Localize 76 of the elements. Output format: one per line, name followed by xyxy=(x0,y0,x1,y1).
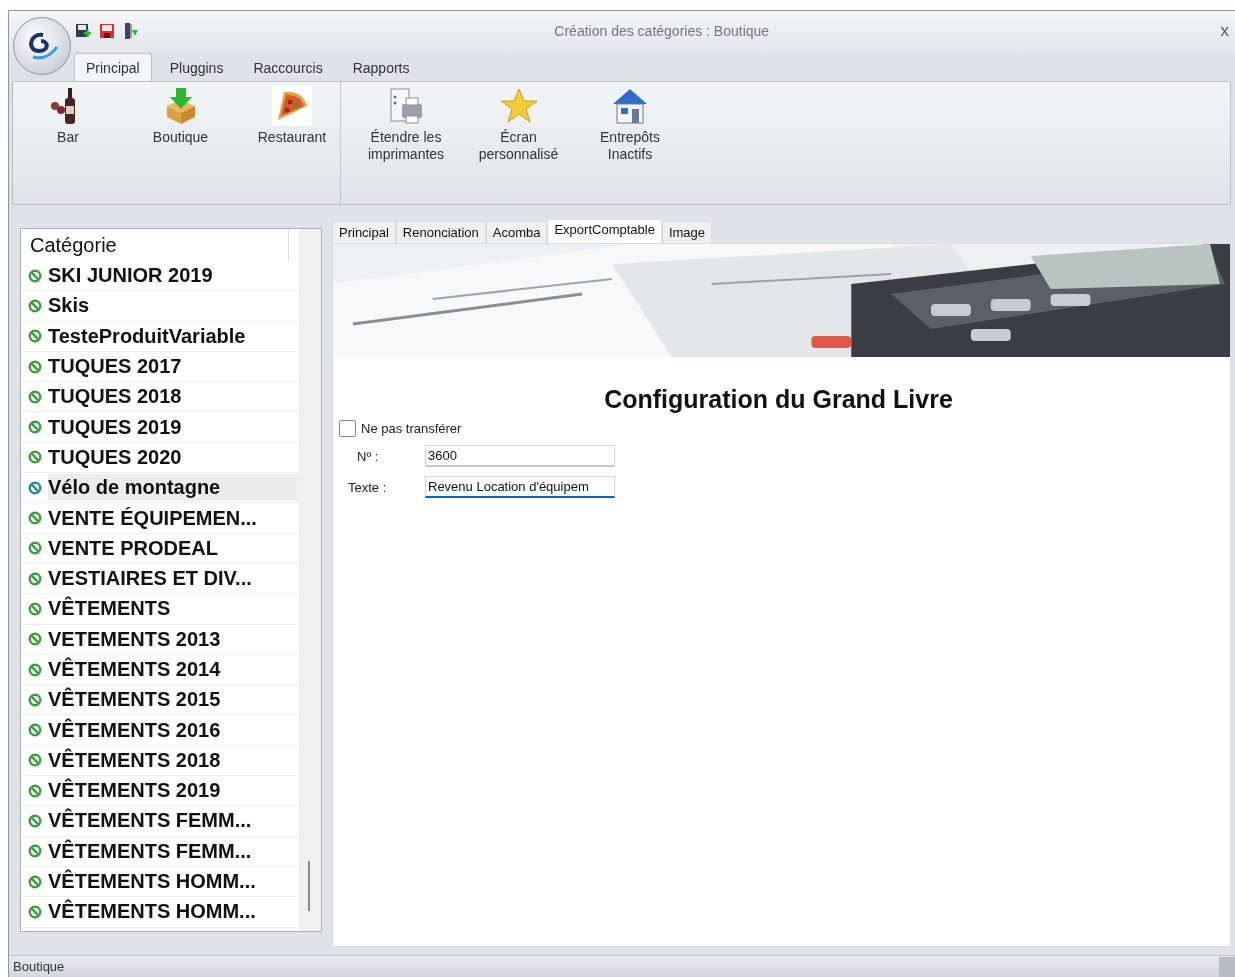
ribbon-button[interactable]: Étendre les imprimantes xyxy=(351,86,461,163)
ribbon-button[interactable]: Restaurant xyxy=(248,86,336,146)
ribbon-tab[interactable]: Principal xyxy=(74,53,152,81)
status-icon xyxy=(28,874,42,889)
status-icon xyxy=(28,814,42,828)
ribbon-button[interactable]: Entrepôts Inactifs xyxy=(576,86,684,163)
category-item[interactable]: VÊTEMENTS HOMM... xyxy=(21,897,299,928)
category-item[interactable]: VÊTEMENTS 2014 xyxy=(21,654,299,686)
status-icon xyxy=(28,329,42,344)
status-icon xyxy=(28,511,42,525)
category-item[interactable]: TUQUES 2020 xyxy=(21,442,299,474)
category-item[interactable]: VÊTEMENTS 2019 xyxy=(21,776,299,807)
category-item[interactable]: VESTIAIRES ET DIV... xyxy=(21,563,299,595)
tab[interactable]: Renonciation xyxy=(395,221,486,243)
status-icon xyxy=(28,844,42,859)
ribbon-button[interactable]: Bar xyxy=(23,86,113,146)
category-item[interactable]: TesteProduitVariable xyxy=(21,321,299,352)
status-icon xyxy=(28,632,42,647)
category-item[interactable]: VÊTEMENTS xyxy=(21,594,299,625)
exit-icon[interactable] xyxy=(123,22,139,40)
field-label: Nº : xyxy=(356,448,380,464)
status-icon xyxy=(28,268,42,283)
category-item[interactable]: VÊTEMENTS 2018 xyxy=(21,745,299,777)
tab[interactable]: Image xyxy=(661,221,713,243)
form-heading: Configuration du Grand Livre xyxy=(604,385,953,414)
status-icon xyxy=(28,420,42,435)
category-item[interactable]: Skis xyxy=(21,291,299,322)
text-field[interactable]: 3600 xyxy=(425,445,615,467)
status-icon xyxy=(28,753,42,768)
status-icon xyxy=(28,541,42,556)
category-item[interactable]: VÊTEMENTS FEMM... xyxy=(21,806,299,837)
category-item[interactable]: TUQUES 2018 xyxy=(21,382,299,413)
star-icon xyxy=(498,86,539,126)
status-icon xyxy=(28,601,42,616)
category-item[interactable]: VÊTEMENTS HOMM... xyxy=(21,866,299,898)
category-item[interactable]: VENTE ÉQUIPEMEN... xyxy=(21,503,299,534)
ribbon-tab[interactable]: Raccourcis xyxy=(241,53,335,81)
save-icon[interactable] xyxy=(99,23,115,39)
status-text: Boutique xyxy=(12,959,66,974)
tab[interactable]: Acomba xyxy=(485,221,548,243)
category-item[interactable]: VÊTEMENTS 2015 xyxy=(21,685,299,716)
tab[interactable]: Principal xyxy=(332,221,396,243)
scroll-thumb[interactable] xyxy=(308,861,310,911)
save-new-icon[interactable] xyxy=(75,23,91,39)
category-item[interactable]: SKI JUNIOR 2019 xyxy=(21,261,299,292)
status-icon xyxy=(28,723,42,738)
text-field[interactable]: Revenu Location d'équipem xyxy=(425,476,615,498)
ribbon-tab[interactable]: Rapports xyxy=(340,53,422,81)
ribbon-button[interactable]: Écran personnalisé xyxy=(461,86,576,163)
window-title: Création des catégories : Boutique xyxy=(553,23,771,39)
status-icon xyxy=(28,904,42,919)
category-item[interactable]: VÊTEMENTS 2016 xyxy=(21,715,299,746)
status-icon xyxy=(28,783,42,798)
tab[interactable]: ExportComptable xyxy=(547,219,662,243)
status-icon xyxy=(28,389,42,404)
no-transfer-checkbox[interactable]: Ne pas transférer xyxy=(339,420,1230,437)
category-item[interactable]: VÊTEMENTS FEMM... xyxy=(21,836,299,867)
status-icon xyxy=(28,298,42,313)
column-header: Catégorie xyxy=(21,229,289,261)
status-icon xyxy=(28,692,42,707)
field-label: Texte : xyxy=(347,479,388,495)
close-button[interactable]: x xyxy=(1214,21,1235,41)
category-item[interactable]: TUQUES 2019 xyxy=(21,412,299,443)
status-icon xyxy=(28,450,42,465)
ribbon-tab[interactable]: Pluggins xyxy=(157,53,236,81)
category-item[interactable]: VETEMENTS 2013 xyxy=(21,624,299,655)
status-icon xyxy=(28,359,42,374)
status-icon xyxy=(28,662,42,677)
status-icon xyxy=(28,480,42,495)
resize-grip[interactable] xyxy=(1219,956,1235,977)
ribbon-button[interactable]: Boutique xyxy=(113,86,248,146)
status-icon xyxy=(28,571,42,586)
scrollbar[interactable] xyxy=(299,229,321,931)
pizza-icon xyxy=(272,86,312,126)
category-item[interactable]: TUQUES 2017 xyxy=(21,351,299,383)
category-item[interactable]: VENTE PRODEAL xyxy=(21,533,299,564)
